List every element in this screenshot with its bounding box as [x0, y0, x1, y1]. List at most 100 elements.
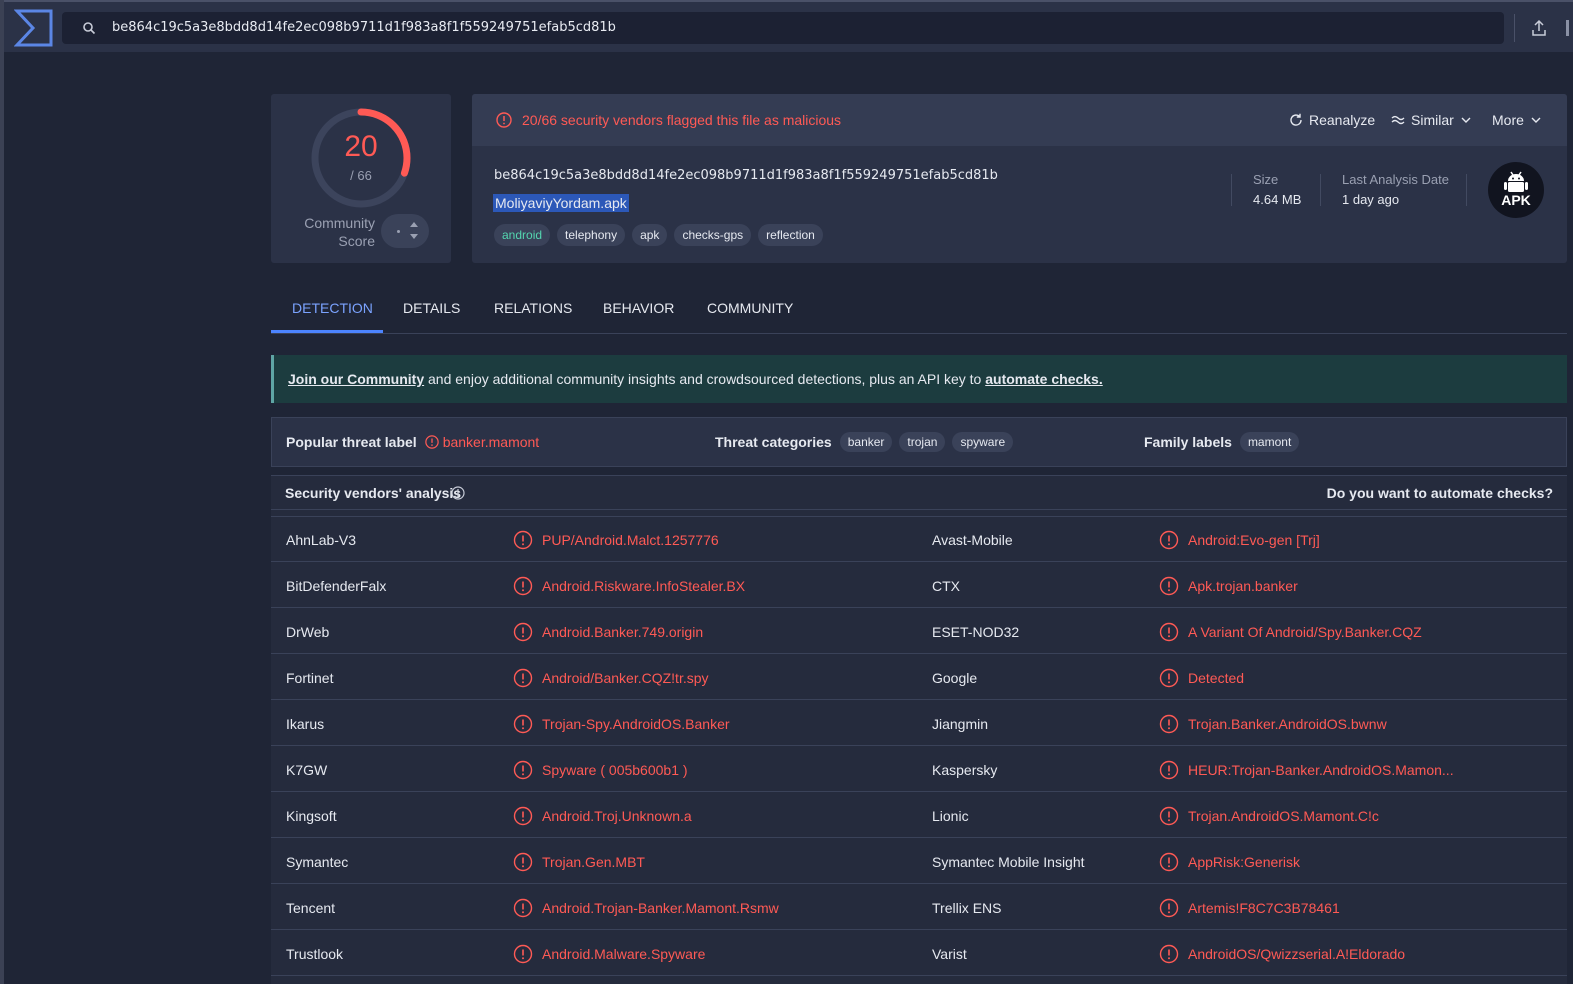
upload-icon[interactable]	[1529, 18, 1549, 38]
more-dropdown[interactable]: More	[1492, 110, 1542, 130]
vendor-name: Symantec Mobile Insight	[932, 854, 1085, 870]
table-row: Fortinet Android/Banker.CQZ!tr.spy Google D…	[271, 654, 1567, 700]
file-name[interactable]: MoliyaviyYordam.apk	[493, 194, 629, 212]
vendor-total: / 66	[350, 168, 372, 183]
vendor-result[interactable]: HEUR:Trojan-Banker.AndroidOS.Mamon...	[1188, 762, 1454, 778]
alert-icon	[1159, 898, 1179, 918]
automate-checks-link[interactable]: automate checks.	[985, 371, 1103, 387]
vendor-result[interactable]: Trojan.AndroidOS.Mamont.C!c	[1188, 808, 1379, 824]
tab-detection[interactable]: DETECTION	[292, 300, 373, 316]
alert-icon	[1159, 576, 1179, 596]
vendor-name: Fortinet	[286, 670, 334, 686]
threat-category-tag[interactable]: spyware	[952, 432, 1014, 452]
meta-divider	[1320, 174, 1321, 206]
file-tag[interactable]: checks-gps	[674, 224, 752, 246]
vendor-result[interactable]: Trojan-Spy.AndroidOS.Banker	[542, 716, 730, 732]
search-input[interactable]: be864c19c5a3e8bdd8d14fe2ec098b9711d1f983…	[112, 20, 616, 35]
file-tag[interactable]: reflection	[758, 224, 823, 246]
vendor-name: Ikarus	[286, 716, 325, 732]
similar-icon	[1391, 115, 1405, 125]
popular-threat-label: Popular threat label banker.mamont	[286, 431, 539, 453]
file-type-label: APK	[1501, 192, 1531, 208]
top-bar: be864c19c5a3e8bdd8d14fe2ec098b9711d1f983…	[4, 0, 1573, 52]
tab-behavior[interactable]: BEHAVIOR	[603, 300, 674, 316]
alert-icon	[513, 714, 533, 734]
vendor-name: CTX	[932, 578, 960, 594]
file-hash[interactable]: be864c19c5a3e8bdd8d14fe2ec098b9711d1f983…	[494, 168, 998, 183]
malicious-alert-bar: 20/66 security vendors flagged this file…	[472, 94, 1567, 146]
vendor-result[interactable]: Android.Banker.749.origin	[542, 624, 703, 640]
size-value: 4.64 MB	[1253, 192, 1302, 207]
vendor-result[interactable]: A Variant Of Android/Spy.Banker.CQZ	[1188, 624, 1422, 640]
alert-icon	[513, 668, 533, 688]
info-icon[interactable]	[451, 486, 465, 500]
threat-category-tag[interactable]: trojan	[899, 432, 946, 452]
vendor-name: AhnLab-V3	[286, 532, 357, 548]
vendor-name: Lionic	[932, 808, 969, 824]
vendor-name: Tencent	[286, 900, 336, 916]
table-row: Tencent Android.Trojan-Banker.Mamont.Rsmw…	[271, 884, 1567, 930]
table-row: Kingsoft Android.Troj.Unknown.a Lionic Troj…	[271, 792, 1567, 838]
vendor-name: Jiangmin	[932, 716, 989, 732]
vote-down-icon[interactable]	[410, 234, 418, 239]
vendor-name: Trustlook	[286, 946, 344, 962]
alert-icon	[424, 435, 439, 449]
vendor-result[interactable]: Android/Banker.CQZ!tr.spy	[542, 670, 709, 686]
reanalyze-button[interactable]: Reanalyze	[1288, 110, 1375, 130]
alert-icon	[1159, 668, 1179, 688]
alert-icon	[1159, 714, 1179, 734]
vendor-result[interactable]: Android.Trojan-Banker.Mamont.Rsmw	[542, 900, 779, 916]
community-vote-control[interactable]	[381, 214, 429, 248]
file-tag[interactable]: android	[494, 224, 551, 246]
tab-community[interactable]: COMMUNITY	[707, 300, 793, 316]
vendor-result[interactable]: AndroidOS/Qwizzserial.A!Eldorado	[1188, 946, 1405, 962]
vendor-result[interactable]: Spyware ( 005b600b1 )	[542, 762, 688, 778]
vendor-result[interactable]: Android:Evo-gen [Trj]	[1188, 532, 1320, 548]
file-tags: android telephony apk checks-gps reflect…	[494, 224, 823, 246]
vendor-result[interactable]: Trojan.Banker.AndroidOS.bwnw	[1188, 716, 1387, 732]
family-label-tag[interactable]: mamont	[1239, 432, 1300, 452]
alert-icon	[513, 576, 533, 596]
file-tag[interactable]: telephony	[557, 224, 626, 246]
size-label: Size	[1253, 172, 1279, 187]
tab-details[interactable]: DETAILS	[403, 300, 460, 316]
vendor-result[interactable]: Apk.trojan.banker	[1188, 578, 1298, 594]
similar-dropdown[interactable]: Similar	[1390, 110, 1472, 130]
vendor-name: Kaspersky	[932, 762, 998, 778]
chevron-down-icon	[1531, 117, 1541, 123]
alert-icon	[513, 898, 533, 918]
alert-icon	[1159, 622, 1179, 642]
threat-category-tag[interactable]: banker	[839, 432, 893, 452]
automate-checks-prompt[interactable]: Do you want to automate checks?	[1327, 485, 1553, 501]
vendor-result[interactable]: AppRisk:Generisk	[1188, 854, 1300, 870]
alert-icon	[513, 852, 533, 872]
vendor-name: Varist	[932, 946, 967, 962]
popular-threat-value[interactable]: banker.mamont	[443, 434, 540, 450]
alert-icon	[513, 760, 533, 780]
vendor-name: ESET-NOD32	[932, 624, 1020, 640]
detection-count: 20	[344, 130, 378, 163]
vendor-name: Trellix ENS	[932, 900, 1002, 916]
vendor-result[interactable]: PUP/Android.Malct.1257776	[542, 532, 719, 548]
meta-divider	[1466, 174, 1467, 206]
virustotal-logo-icon[interactable]	[14, 8, 54, 48]
family-labels-title: Family labels	[1144, 434, 1232, 450]
file-tag[interactable]: apk	[632, 224, 668, 246]
search-bar[interactable]: be864c19c5a3e8bdd8d14fe2ec098b9711d1f983…	[62, 12, 1504, 44]
threat-categories-title: Threat categories	[715, 434, 832, 450]
vendor-result[interactable]: Android.Riskware.InfoStealer.BX	[542, 578, 745, 594]
meta-divider	[1231, 174, 1232, 206]
vendor-result[interactable]: Android.Troj.Unknown.a	[542, 808, 692, 824]
tab-relations[interactable]: RELATIONS	[494, 300, 572, 316]
community-score-value	[397, 230, 400, 233]
vendor-result[interactable]: Trojan.Gen.MBT	[542, 854, 645, 870]
vendor-result[interactable]: Android.Malware.Spyware	[542, 946, 705, 962]
vote-up-icon[interactable]	[410, 222, 418, 227]
vendor-result[interactable]: Detected	[1188, 670, 1244, 686]
vendor-name: Symantec	[286, 854, 349, 870]
join-community-link[interactable]: Join our Community	[288, 371, 424, 387]
last-analysis-value: 1 day ago	[1342, 192, 1400, 207]
vendor-result[interactable]: Artemis!F8C7C3B78461	[1188, 900, 1340, 916]
window-left-edge	[0, 0, 4, 984]
alert-icon	[1159, 530, 1179, 550]
